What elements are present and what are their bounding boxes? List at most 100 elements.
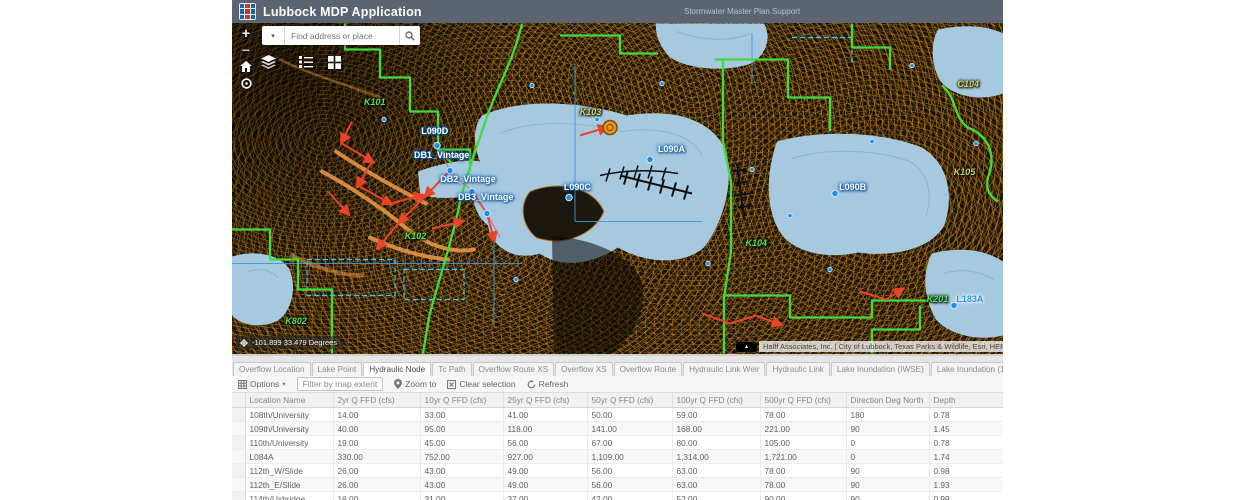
table-cell: 41.00: [503, 408, 587, 422]
row-select-cell[interactable]: [232, 478, 245, 492]
row-select-cell[interactable]: [232, 436, 245, 450]
map-label-db1-vintage: DB1_Vintage: [414, 150, 469, 160]
table-row[interactable]: 109th/University40.0095.00118.00141.0016…: [232, 422, 1003, 436]
map-label-k104: K104: [746, 238, 768, 248]
tab-overflow-route-xs[interactable]: Overflow Route XS: [473, 362, 555, 376]
refresh-button[interactable]: Refresh: [527, 379, 569, 389]
table-row[interactable]: 112th_E/Slide26.0043.0049.0056.0063.0078…: [232, 478, 1003, 492]
column-header[interactable]: 50yr Q FFD (cfs): [587, 393, 672, 408]
table-cell: 45.00: [420, 436, 503, 450]
select-all-cell[interactable]: [232, 393, 245, 408]
row-select-cell[interactable]: [232, 408, 245, 422]
tab-hydraulic-node[interactable]: Hydraulic Node: [363, 362, 431, 376]
table-cell: 112th_W/Slide: [245, 464, 333, 478]
filter-by-extent-button[interactable]: Filter by map extent: [297, 377, 384, 391]
tab-hydraulic-link[interactable]: Hydraulic Link: [766, 362, 829, 376]
column-header[interactable]: 2yr Q FFD (cfs): [333, 393, 420, 408]
tab-overflow-location[interactable]: Overflow Location: [233, 362, 311, 376]
table-cell: 56.00: [587, 464, 672, 478]
app-title: Lubbock MDP Application: [263, 5, 422, 19]
table-cell: 56.00: [503, 436, 587, 450]
row-select-cell[interactable]: [232, 450, 245, 464]
tab-lake-inundation-100yr[interactable]: Lake Inundation (100yr): [931, 362, 1003, 376]
table-row[interactable]: 110th/University19.0045.0056.0067.0080.0…: [232, 436, 1003, 450]
search-source-dropdown[interactable]: ▾: [262, 26, 285, 45]
column-header[interactable]: Location Name: [245, 393, 333, 408]
tab-tc-path[interactable]: Tc Path: [432, 362, 471, 376]
table-cell: 752.00: [420, 450, 503, 464]
layers-icon[interactable]: [258, 53, 278, 71]
table-cell: 105.00: [760, 436, 846, 450]
crosshair-icon: [240, 339, 248, 347]
table-cell: 1,109.00: [587, 450, 672, 464]
map-label-k802: K802: [285, 316, 307, 326]
zoom-to-pin-icon: [394, 379, 402, 389]
map-label-k102: K102: [405, 231, 427, 241]
table-cell: 221.00: [760, 422, 846, 436]
table-row[interactable]: 114th/Uxbridge16.0031.0037.0042.0052.009…: [232, 492, 1003, 500]
table-cell: 90: [846, 478, 929, 492]
clear-selection-button[interactable]: Clear selection: [447, 379, 515, 389]
table-toolbar: Options ▾ Filter by map extent Zoom to C…: [232, 376, 1003, 393]
zoom-out-icon[interactable]: −: [237, 41, 255, 58]
map-label-c104: C104: [958, 79, 980, 89]
table-cell: 26.00: [333, 464, 420, 478]
tab-lake-point[interactable]: Lake Point: [312, 362, 363, 376]
table-cell: 78.00: [760, 478, 846, 492]
table-cell: 118.00: [503, 422, 587, 436]
table-cell: 1,721.00: [760, 450, 846, 464]
zoom-in-icon[interactable]: +: [237, 24, 255, 41]
legend-icon[interactable]: [296, 53, 316, 71]
row-select-cell[interactable]: [232, 492, 245, 500]
column-header[interactable]: Direction Deg North: [846, 393, 929, 408]
search-bar: ▾: [262, 26, 420, 45]
table-cell: 37.00: [503, 492, 587, 500]
basemap-icon[interactable]: [324, 53, 344, 71]
table-cell: 109th/University: [245, 422, 333, 436]
tab-overflow-route[interactable]: Overflow Route: [614, 362, 682, 376]
table-cell: 108th/University: [245, 408, 333, 422]
map-tools: [258, 53, 344, 71]
table-row[interactable]: 112th_W/Slide26.0043.0049.0056.0063.0078…: [232, 464, 1003, 478]
column-header[interactable]: Depth: [929, 393, 1003, 408]
attribute-table-panel[interactable]: Location Name2yr Q FFD (cfs)10yr Q FFD (…: [232, 393, 1003, 500]
row-select-cell[interactable]: [232, 464, 245, 478]
table-cell: 0.78: [929, 436, 1003, 450]
options-menu[interactable]: Options ▾: [238, 379, 286, 389]
map-label-db2-vintage: DB2_Vintage: [440, 174, 495, 184]
zoom-to-button[interactable]: Zoom to: [394, 379, 436, 389]
column-header[interactable]: 500yr Q FFD (cfs): [760, 393, 846, 408]
map-label-l090a: L090A: [658, 144, 685, 154]
column-header[interactable]: 25yr Q FFD (cfs): [503, 393, 587, 408]
column-header[interactable]: 100yr Q FFD (cfs): [672, 393, 760, 408]
attribute-tabs: Overflow LocationLake PointHydraulic Nod…: [232, 354, 1003, 376]
table-row[interactable]: 108th/University14.0033.0041.0050.0059.0…: [232, 408, 1003, 422]
table-cell: L084A: [245, 450, 333, 464]
table-row[interactable]: L084A330.00752.00927.001,109.001,314.001…: [232, 450, 1003, 464]
table-cell: 40.00: [333, 422, 420, 436]
table-cell: 180: [846, 408, 929, 422]
table-cell: 56.00: [587, 478, 672, 492]
attribution-toggle[interactable]: ▴: [736, 342, 757, 352]
table-cell: 42.00: [587, 492, 672, 500]
table-cell: 1.45: [929, 422, 1003, 436]
search-icon[interactable]: [399, 26, 420, 45]
locate-icon[interactable]: [237, 75, 255, 92]
table-cell: 90: [846, 422, 929, 436]
home-icon[interactable]: [237, 58, 255, 75]
map-label-k103: K103: [580, 107, 602, 117]
table-cell: 31.00: [420, 492, 503, 500]
table-cell: 330.00: [333, 450, 420, 464]
column-header[interactable]: 10yr Q FFD (cfs): [420, 393, 503, 408]
table-cell: 26.00: [333, 478, 420, 492]
tab-overflow-xs[interactable]: Overflow XS: [555, 362, 613, 376]
refresh-icon: [527, 380, 536, 389]
row-select-cell[interactable]: [232, 422, 245, 436]
table-cell: 78.00: [760, 408, 846, 422]
map-view[interactable]: K101C104K103L090DDB1_VintageDB2_VintageD…: [232, 23, 1003, 354]
tab-hydraulic-link-weir[interactable]: Hydraulic Link Weir: [683, 362, 765, 376]
search-input[interactable]: [285, 26, 399, 45]
table-cell: 0: [846, 450, 929, 464]
tab-lake-inundation-iwse[interactable]: Lake Inundation (IWSE): [831, 362, 930, 376]
table-cell: 67.00: [587, 436, 672, 450]
